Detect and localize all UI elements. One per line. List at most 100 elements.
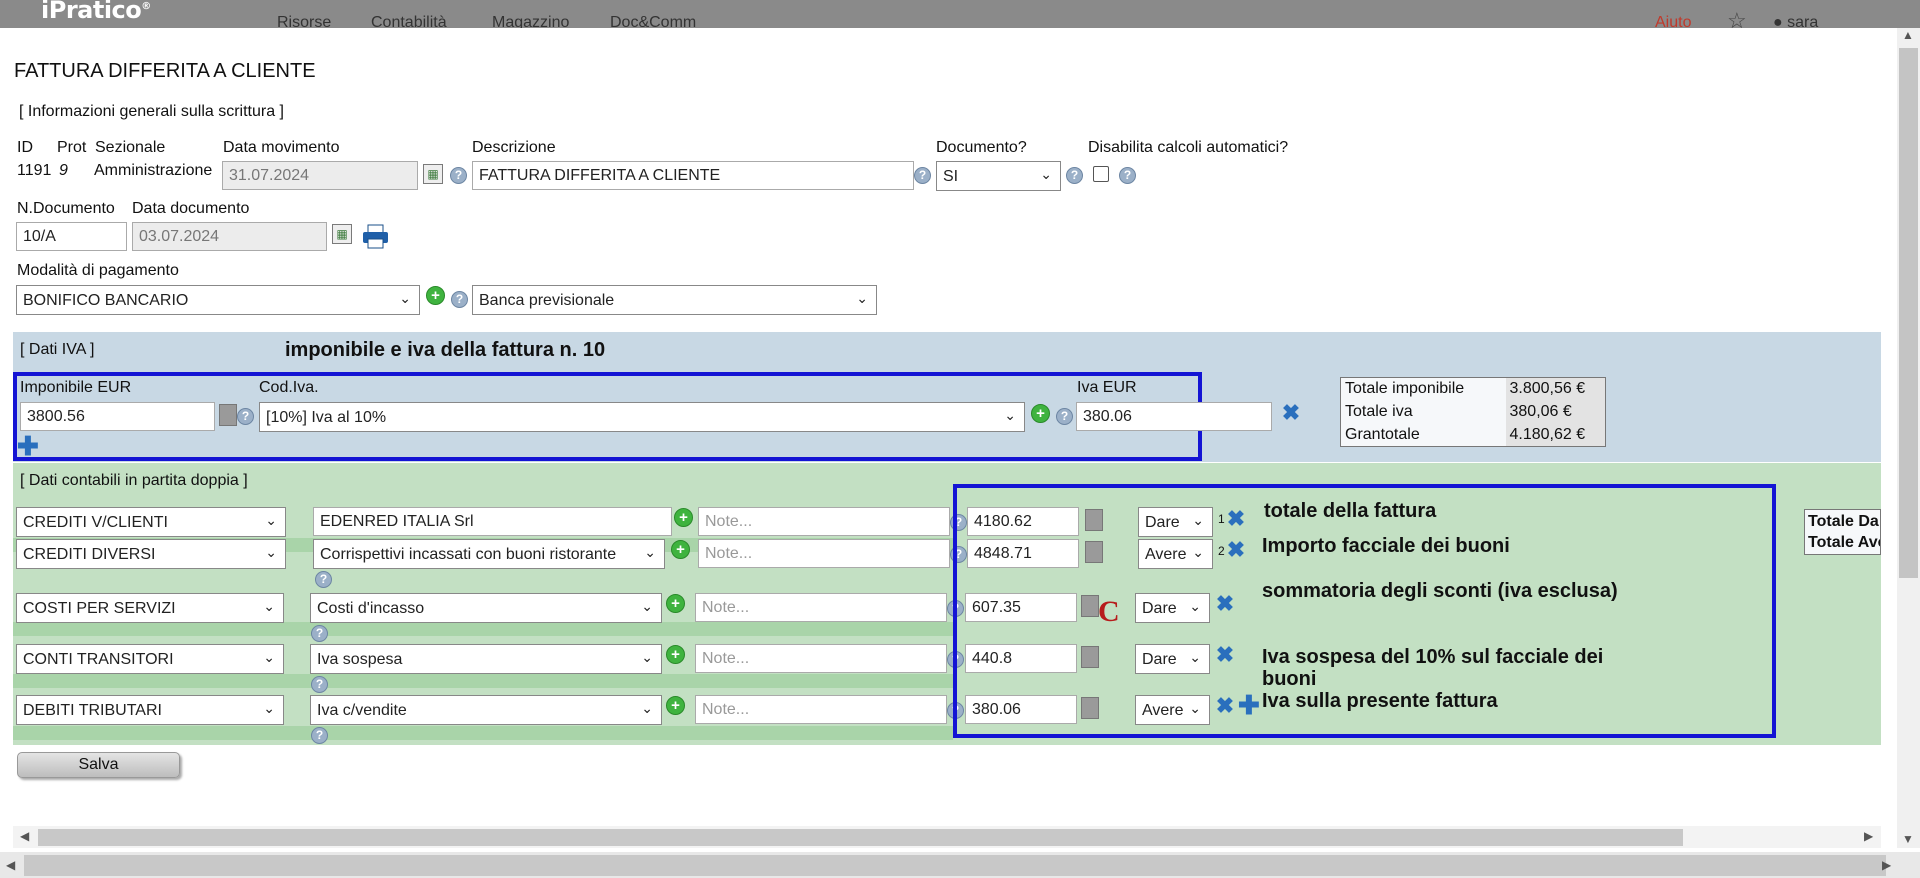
chevron-down-icon: ⌄ xyxy=(263,700,275,716)
ndoc-label: N.Documento xyxy=(17,200,115,217)
add-circle-icon[interactable]: + xyxy=(671,540,690,559)
row-separator xyxy=(13,622,953,636)
documento-select[interactable]: SI ⌄ xyxy=(936,161,1061,191)
iva-totals-table: Totale imponibile 3.800,56 € Totale iva 38… xyxy=(1340,377,1606,447)
sottoconto-select[interactable]: Iva c/vendite ⌄ xyxy=(310,695,662,725)
help-icon[interactable]: ? xyxy=(1066,167,1083,184)
section-iva: [ Dati IVA ] xyxy=(20,341,95,358)
row-separator xyxy=(13,674,953,688)
chevron-down-icon: ⌄ xyxy=(265,512,277,528)
note-input[interactable]: Note... xyxy=(695,593,947,622)
row-separator xyxy=(13,726,953,740)
scroll-down-arrow[interactable]: ▼ xyxy=(1902,832,1914,846)
help-icon[interactable]: ? xyxy=(1056,408,1073,425)
total-label: Totale iva xyxy=(1345,403,1413,420)
total-value: 4.180,62 € xyxy=(1505,423,1606,447)
conto-select[interactable]: CREDITI V/CLIENTI ⌄ xyxy=(16,507,286,537)
iva-annotation: imponibile e iva della fattura n. 10 xyxy=(285,339,606,361)
calendar-icon[interactable]: ▦ xyxy=(332,224,352,244)
annotation-text: Iva sulla presente fattura xyxy=(1262,690,1498,712)
note-input[interactable]: Note... xyxy=(698,507,950,536)
ndoc-input[interactable]: 10/A xyxy=(16,222,127,251)
data-movimento-input[interactable]: 31.07.2024 xyxy=(222,161,418,190)
sottoconto-select[interactable]: Corrispettivi incassati con buoni ristor… xyxy=(313,539,665,569)
help-icon[interactable]: ? xyxy=(914,167,931,184)
scroll-right-arrow[interactable]: ▶ xyxy=(1882,858,1891,872)
page-title: FATTURA DIFFERITA A CLIENTE xyxy=(14,60,316,82)
documento-label: Documento? xyxy=(936,139,1027,156)
sezionale-label: Sezionale xyxy=(95,139,166,156)
help-icon[interactable]: ? xyxy=(315,571,332,588)
calendar-icon[interactable]: ▦ xyxy=(423,164,443,184)
add-circle-icon[interactable]: + xyxy=(1031,404,1050,423)
conto-select[interactable]: DEBITI TRIBUTARI ⌄ xyxy=(16,695,284,725)
codiva-label: Cod.Iva. xyxy=(259,379,319,396)
total-value: 380,06 € xyxy=(1505,400,1606,424)
scroll-up-arrow[interactable]: ▲ xyxy=(1902,28,1914,42)
brand-logo: iPratico® xyxy=(41,0,151,24)
descrizione-input[interactable]: FATTURA DIFFERITA A CLIENTE xyxy=(472,161,914,190)
help-icon[interactable]: ? xyxy=(311,676,328,693)
chevron-down-icon: ⌄ xyxy=(399,290,411,306)
chevron-down-icon: ⌄ xyxy=(1040,166,1052,182)
id-value: 1191 xyxy=(17,162,52,179)
chevron-down-icon: ⌄ xyxy=(641,598,653,614)
total-dare-label: Totale Da xyxy=(1808,513,1879,530)
chevron-down-icon: ⌄ xyxy=(641,649,653,665)
data-documento-input[interactable]: 03.07.2024 xyxy=(132,222,327,251)
vertical-scroll-thumb[interactable] xyxy=(1899,48,1918,578)
totals-row: Totale iva 380,06 € xyxy=(1341,400,1606,424)
imponibile-input[interactable]: 3800.56 xyxy=(20,402,215,431)
note-input[interactable]: Note... xyxy=(698,539,950,568)
ivaeur-label: Iva EUR xyxy=(1077,379,1137,396)
help-icon[interactable]: ? xyxy=(1119,167,1136,184)
scroll-left-arrow[interactable]: ◀ xyxy=(6,858,15,872)
chevron-down-icon: ⌄ xyxy=(644,544,656,560)
help-icon[interactable]: ? xyxy=(311,625,328,642)
pagamento-select[interactable]: BONIFICO BANCARIO ⌄ xyxy=(16,285,420,315)
prot-value: 9 xyxy=(59,162,68,179)
help-icon[interactable]: ? xyxy=(450,167,467,184)
sottoconto-input[interactable]: EDENRED ITALIA Srl xyxy=(313,507,672,536)
sottoconto-select[interactable]: Iva sospesa ⌄ xyxy=(310,644,662,674)
remove-x-icon[interactable]: ✖ xyxy=(1281,402,1301,424)
sezionale-value: Amministrazione xyxy=(94,162,213,179)
printer-icon[interactable] xyxy=(362,224,389,250)
add-circle-icon[interactable]: + xyxy=(666,645,685,664)
conto-select[interactable]: CREDITI DIVERSI ⌄ xyxy=(16,539,286,569)
conto-select[interactable]: CONTI TRANSITORI ⌄ xyxy=(16,644,284,674)
save-button[interactable]: Salva xyxy=(17,752,180,778)
note-input[interactable]: Note... xyxy=(695,644,947,673)
scroll-left-arrow[interactable]: ◀ xyxy=(20,829,29,843)
inner-scroll-thumb[interactable] xyxy=(38,829,1683,846)
add-circle-icon[interactable]: + xyxy=(666,696,685,715)
banca-select[interactable]: Banca previsionale ⌄ xyxy=(472,285,877,315)
chevron-down-icon: ⌄ xyxy=(1004,407,1016,423)
contabili-totals-table: Totale Da Totale Ave xyxy=(1804,509,1881,555)
ivaeur-input[interactable]: 380.06 xyxy=(1076,402,1272,431)
help-icon[interactable]: ? xyxy=(451,291,468,308)
note-input[interactable]: Note... xyxy=(695,695,947,724)
data-movimento-label: Data movimento xyxy=(223,139,340,156)
total-avere-label: Totale Ave xyxy=(1808,534,1881,551)
help-icon[interactable]: ? xyxy=(237,408,254,425)
help-icon[interactable]: ? xyxy=(311,727,328,744)
total-value: 3.800,56 € xyxy=(1505,377,1606,401)
totals-row: Grantotale 4.180,62 € xyxy=(1341,423,1606,447)
scroll-right-arrow[interactable]: ▶ xyxy=(1864,829,1873,843)
add-row-cross-icon[interactable]: ✚ xyxy=(17,433,39,459)
total-label: Grantotale xyxy=(1345,425,1420,443)
conto-select[interactable]: COSTI PER SERVIZI ⌄ xyxy=(16,593,284,623)
annotation-text: sommatoria degli sconti (iva esclusa) xyxy=(1262,580,1618,602)
annotation-text: Iva sospesa del 10% sul facciale dei buo… xyxy=(1262,646,1604,690)
calculator-icon[interactable] xyxy=(219,404,237,426)
descrizione-label: Descrizione xyxy=(472,139,556,156)
disabilita-checkbox[interactable] xyxy=(1093,166,1109,182)
add-circle-icon[interactable]: + xyxy=(666,594,685,613)
annotation-text: Importo facciale dei buoni xyxy=(1262,535,1510,557)
sottoconto-select[interactable]: Costi d'incasso ⌄ xyxy=(310,593,662,623)
page-scroll-thumb[interactable] xyxy=(24,855,1886,876)
codiva-select[interactable]: [10%] Iva al 10% ⌄ xyxy=(259,402,1025,432)
add-circle-icon[interactable]: + xyxy=(674,508,693,527)
add-circle-icon[interactable]: + xyxy=(426,286,445,305)
